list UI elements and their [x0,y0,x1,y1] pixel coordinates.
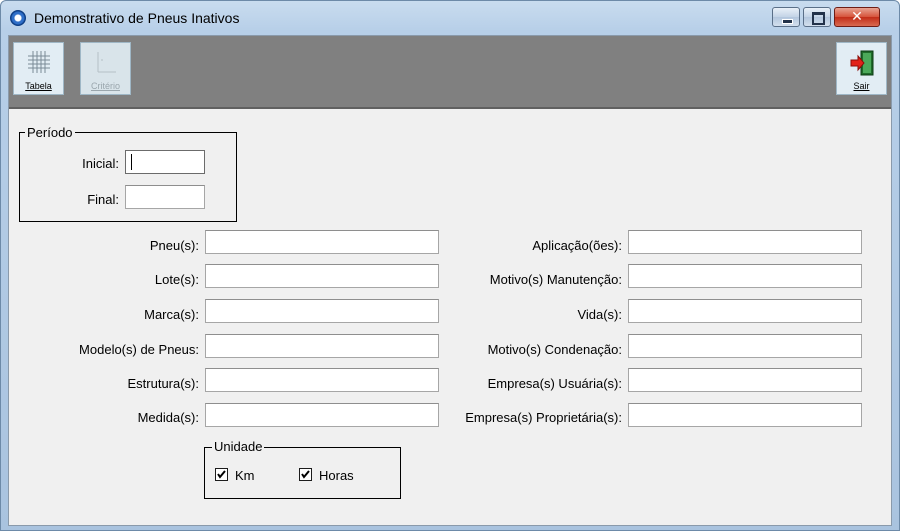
maximize-button[interactable] [803,7,831,27]
criterio-button[interactable]: Critério [80,42,131,95]
horas-label: Horas [319,468,354,483]
tabela-label: Tabela [25,81,52,91]
sair-button[interactable]: Sair [836,42,887,95]
motivos-condenacao-input[interactable] [628,334,862,358]
main-window: Demonstrativo de Pneus Inativos ✕ Tabela [0,0,900,531]
estruturas-label: Estrutura(s): [127,376,199,391]
minimize-button[interactable] [772,7,800,27]
sair-label: Sair [853,81,870,91]
close-button[interactable]: ✕ [834,7,880,27]
inicial-label: Inicial: [82,156,119,171]
pneus-input[interactable] [205,230,439,254]
unidade-legend: Unidade [212,439,265,454]
aplicacoes-label: Aplicação(ões): [532,238,622,253]
tabela-button[interactable]: Tabela [13,42,64,95]
final-input[interactable] [125,185,205,209]
lotes-label: Lote(s): [154,272,199,287]
modelos-label: Modelo(s) de Pneus: [79,342,199,357]
periodo-legend: Período [25,125,75,140]
medidas-label: Medida(s): [137,410,199,425]
lotes-input[interactable] [205,264,439,288]
empresas-proprietarias-input[interactable] [628,403,862,427]
vidas-label: Vida(s): [577,307,622,322]
minimize-icon [782,19,793,24]
medidas-input[interactable] [205,403,439,427]
empresas-usuarias-label: Empresa(s) Usuária(s): [487,376,622,391]
checkmark-icon [301,470,310,479]
final-label: Final: [87,192,119,207]
vidas-input[interactable] [628,299,862,323]
toolbar: Tabela Critério Sair [9,36,891,109]
motivos-manutencao-input[interactable] [628,264,862,288]
marcas-label: Marca(s): [144,307,199,322]
criteria-icon [97,52,116,73]
window-title: Demonstrativo de Pneus Inativos [34,10,240,26]
checkmark-icon [217,470,226,479]
km-label: Km [235,468,255,483]
aplicacoes-input[interactable] [628,230,862,254]
maximize-icon [812,12,825,25]
client-area: Tabela Critério Sair Período Inicial: Fi… [8,35,892,526]
criterio-label: Critério [90,81,120,91]
app-icon [10,10,26,26]
marcas-input[interactable] [205,299,439,323]
horas-checkbox[interactable] [299,468,312,481]
grid-icon [28,51,50,73]
km-checkbox[interactable] [215,468,228,481]
close-icon: ✕ [851,9,863,25]
exit-door-icon [850,50,874,76]
motivos-manutencao-label: Motivo(s) Manutenção: [489,272,622,287]
empresas-usuarias-input[interactable] [628,368,862,392]
estruturas-input[interactable] [205,368,439,392]
inicial-input[interactable] [125,150,205,174]
empresas-proprietarias-label: Empresa(s) Proprietária(s): [465,410,622,425]
modelos-input[interactable] [205,334,439,358]
title-bar[interactable]: Demonstrativo de Pneus Inativos ✕ [1,1,899,35]
motivos-condenacao-label: Motivo(s) Condenação: [487,342,622,357]
pneus-label: Pneu(s): [149,238,199,253]
text-caret [131,154,132,170]
